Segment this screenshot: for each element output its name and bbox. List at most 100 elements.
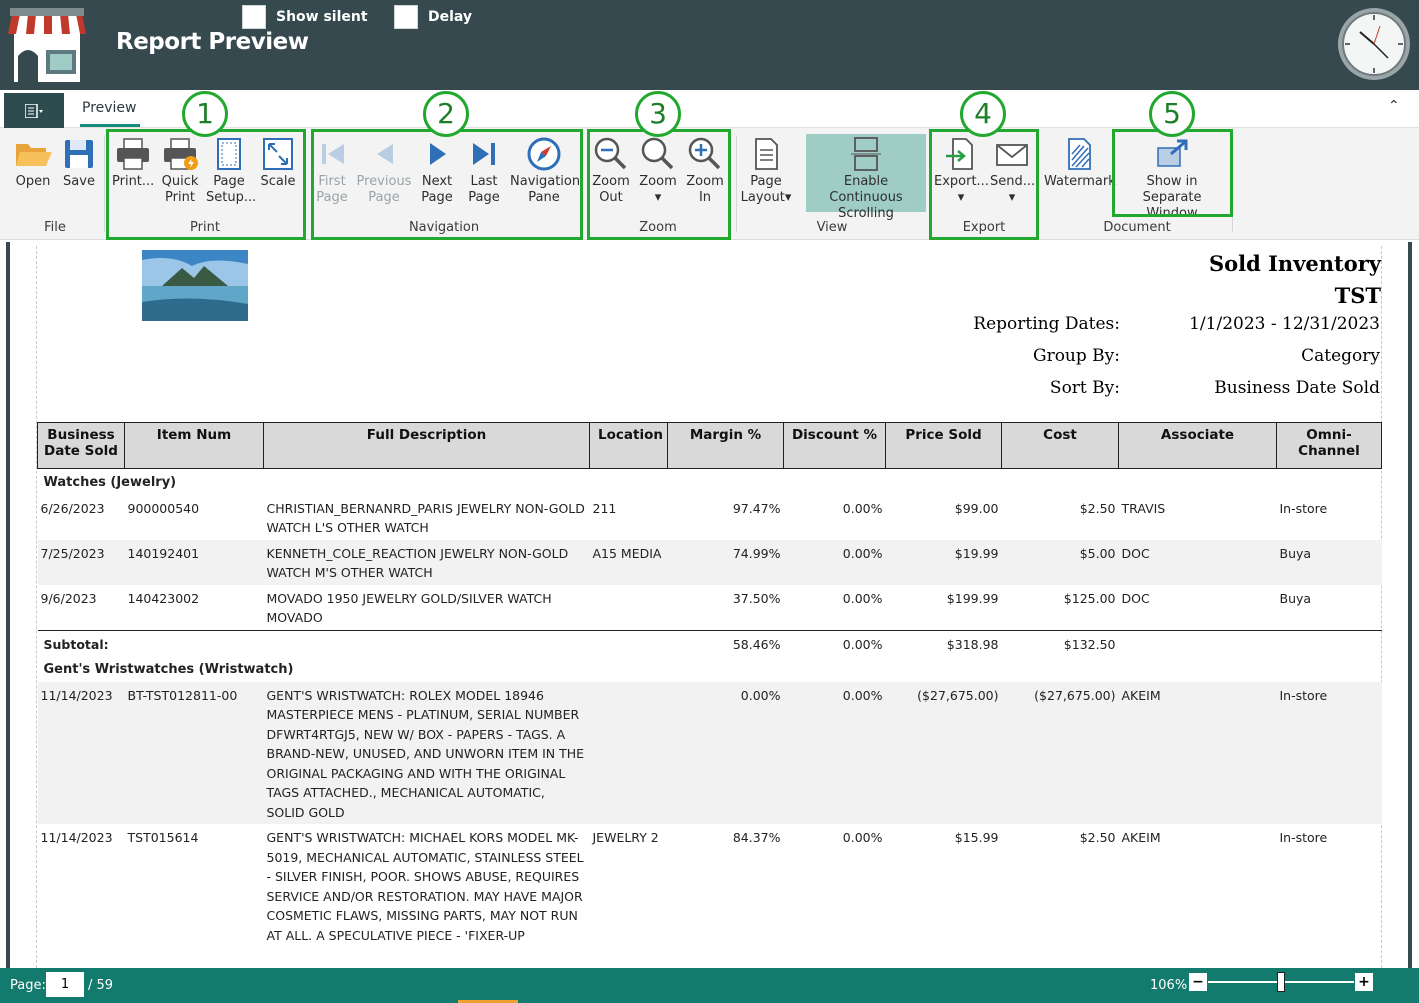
callout-1: 1 [182, 91, 228, 137]
zoom-slider-thumb[interactable] [1277, 972, 1285, 992]
callout-4: 4 [960, 91, 1006, 137]
tab-preview[interactable]: Preview [82, 100, 137, 116]
cell-omni: Buya [1279, 590, 1312, 606]
cell-date: 11/14/2023 [40, 830, 113, 845]
title-bar: Show silent Delay Report Preview [0, 0, 1419, 90]
cell-omni: In-store [1279, 830, 1328, 845]
folder-icon [16, 144, 52, 166]
cell-margin: 0.00% [667, 681, 784, 824]
callout-3: 3 [635, 91, 681, 137]
group-header-row: Watches (Jewelry) [38, 469, 1382, 495]
open-label: Open [15, 174, 51, 189]
cell-date: 9/6/2023 [40, 590, 97, 606]
continuous-scrolling-label-1: Enable Continuous [829, 174, 903, 205]
watermark-label: Watermark [1044, 174, 1116, 189]
cell-location [589, 681, 668, 824]
cell-price: $199.99 [946, 590, 999, 606]
cell-empty [1118, 629, 1277, 656]
collapse-ribbon-icon[interactable]: ⌃ [1388, 98, 1400, 114]
highlight-print-group [106, 129, 306, 240]
cell-desc: KENNETH_COLE_REACTION JEWELRY NON-GOLD W… [263, 539, 590, 585]
page-layout-icon [755, 138, 778, 170]
cell-margin: 74.99% [667, 539, 784, 585]
meta-value-group-by: Category [1301, 346, 1380, 366]
open-button[interactable]: Open [12, 136, 54, 190]
window-title: Report Preview [116, 29, 309, 55]
viewer-left-edge [6, 242, 10, 968]
page-layout-dropdown-icon: ▾ [784, 190, 792, 205]
meta-label-group-by: Group By: [1032, 346, 1120, 366]
cell-item: 140192401 [124, 539, 264, 585]
page-layout-button[interactable]: Page Layout▾ [738, 136, 794, 206]
cell-price: $15.99 [954, 830, 999, 845]
col-header[interactable]: Associate [1118, 422, 1277, 469]
cell-item: TST015614 [127, 830, 199, 845]
group-document-label: Document [1103, 220, 1171, 235]
cell-margin: 84.37% [732, 830, 781, 845]
page-number-input[interactable]: 1 [46, 972, 84, 997]
cell-associate: AKEIM [1121, 830, 1161, 845]
highlight-export-group [929, 129, 1039, 240]
cell-item: 140423002 [127, 590, 200, 606]
delay-label: Delay [428, 9, 473, 25]
save-button[interactable]: Save [60, 136, 98, 190]
subtotal-cost: $132.50 [1001, 629, 1119, 656]
meta-value-reporting-dates: 1/1/2023 - 12/31/2023 [1189, 314, 1380, 334]
zoom-plus-button[interactable]: + [1355, 973, 1373, 991]
cell-location: 211 [592, 500, 617, 516]
show-silent-label: Show silent [276, 9, 368, 25]
save-label: Save [63, 174, 95, 189]
zoom-minus-button[interactable]: − [1189, 973, 1207, 991]
col-header[interactable]: Price Sold [885, 422, 1002, 469]
col-header[interactable]: Discount % [783, 422, 886, 469]
enable-continuous-scrolling-button[interactable]: Enable Continuous Scrolling [806, 136, 926, 222]
cell-discount: 0.00% [842, 500, 883, 516]
col-header[interactable]: Full Description [263, 422, 590, 469]
report-preview-window: Show silent Delay Report Preview Preview… [0, 0, 1419, 1003]
cell-omni: Buya [1276, 539, 1382, 585]
callout-5: 5 [1149, 91, 1195, 137]
table-row: 9/6/2023 140423002 MOVADO 1950 JEWELRY G… [38, 585, 1382, 631]
cell-discount: 0.00% [842, 590, 883, 606]
cell-empty [589, 629, 668, 656]
cell-item: 900000540 [127, 500, 200, 516]
watermark-button[interactable]: Watermark [1044, 136, 1116, 190]
show-silent-checkbox[interactable]: Show silent [242, 5, 368, 29]
cell-date: 11/14/2023 [37, 681, 125, 824]
cell-desc: MOVADO 1950 JEWELRY GOLD/SILVER WATCH MO… [266, 590, 552, 626]
viewer-scrollbar[interactable] [1408, 242, 1412, 968]
col-header[interactable]: Business Date Sold [37, 422, 125, 469]
table-header-row: Business Date Sold Item Num Full Descrip… [37, 422, 1382, 469]
col-header[interactable]: Item Num [124, 422, 264, 469]
meta-value-sort-by: Business Date Sold [1214, 378, 1380, 398]
cell-cost: ($27,675.00) [1001, 681, 1119, 824]
cell-cost: $2.50 [1079, 830, 1116, 845]
col-header[interactable]: Cost [1001, 422, 1119, 469]
table-row: 6/26/2023 900000540 CHRISTIAN_BERNANRD_P… [38, 495, 1382, 540]
group-name: Gent's Wristwatches (Wristwatch) [43, 662, 294, 677]
show-silent-box[interactable] [242, 5, 266, 29]
delay-checkbox[interactable]: Delay [394, 5, 472, 29]
col-header[interactable]: Location [589, 422, 668, 469]
delay-box[interactable] [394, 5, 418, 29]
cell-location: A15 MEDIA [589, 539, 668, 585]
cell-associate: DOC [1118, 539, 1277, 585]
continuous-scrolling-label-2: Scrolling [838, 206, 894, 221]
page-total: / 59 [88, 978, 114, 993]
subtotal-row: Subtotal: 58.46% 0.00% $318.98 $132.50 [37, 629, 1382, 656]
callout-2: 2 [423, 91, 469, 137]
cell-date: 6/26/2023 [40, 500, 105, 516]
cell-associate: DOC [1121, 590, 1150, 606]
group-name: Watches (Jewelry) [43, 475, 177, 490]
cell-location: JEWELRY 2 [592, 830, 659, 845]
table-row: 11/14/2023 BT-TST012811-00 GENT'S WRISTW… [37, 681, 1382, 824]
cell-desc: CHRISTIAN_BERNANRD_PARIS JEWELRY NON-GOL… [266, 500, 585, 536]
col-header[interactable]: Omni-Channel [1276, 422, 1382, 469]
cell-desc: GENT'S WRISTWATCH: MICHAEL KORS MODEL MK… [266, 830, 584, 943]
highlight-separate-window [1112, 129, 1233, 217]
highlight-zoom-group [587, 129, 731, 240]
cell-item: BT-TST012811-00 [124, 681, 264, 824]
app-menu-button[interactable] [4, 93, 64, 129]
cell-omni: In-store [1279, 500, 1328, 516]
col-header[interactable]: Margin % [667, 422, 784, 469]
